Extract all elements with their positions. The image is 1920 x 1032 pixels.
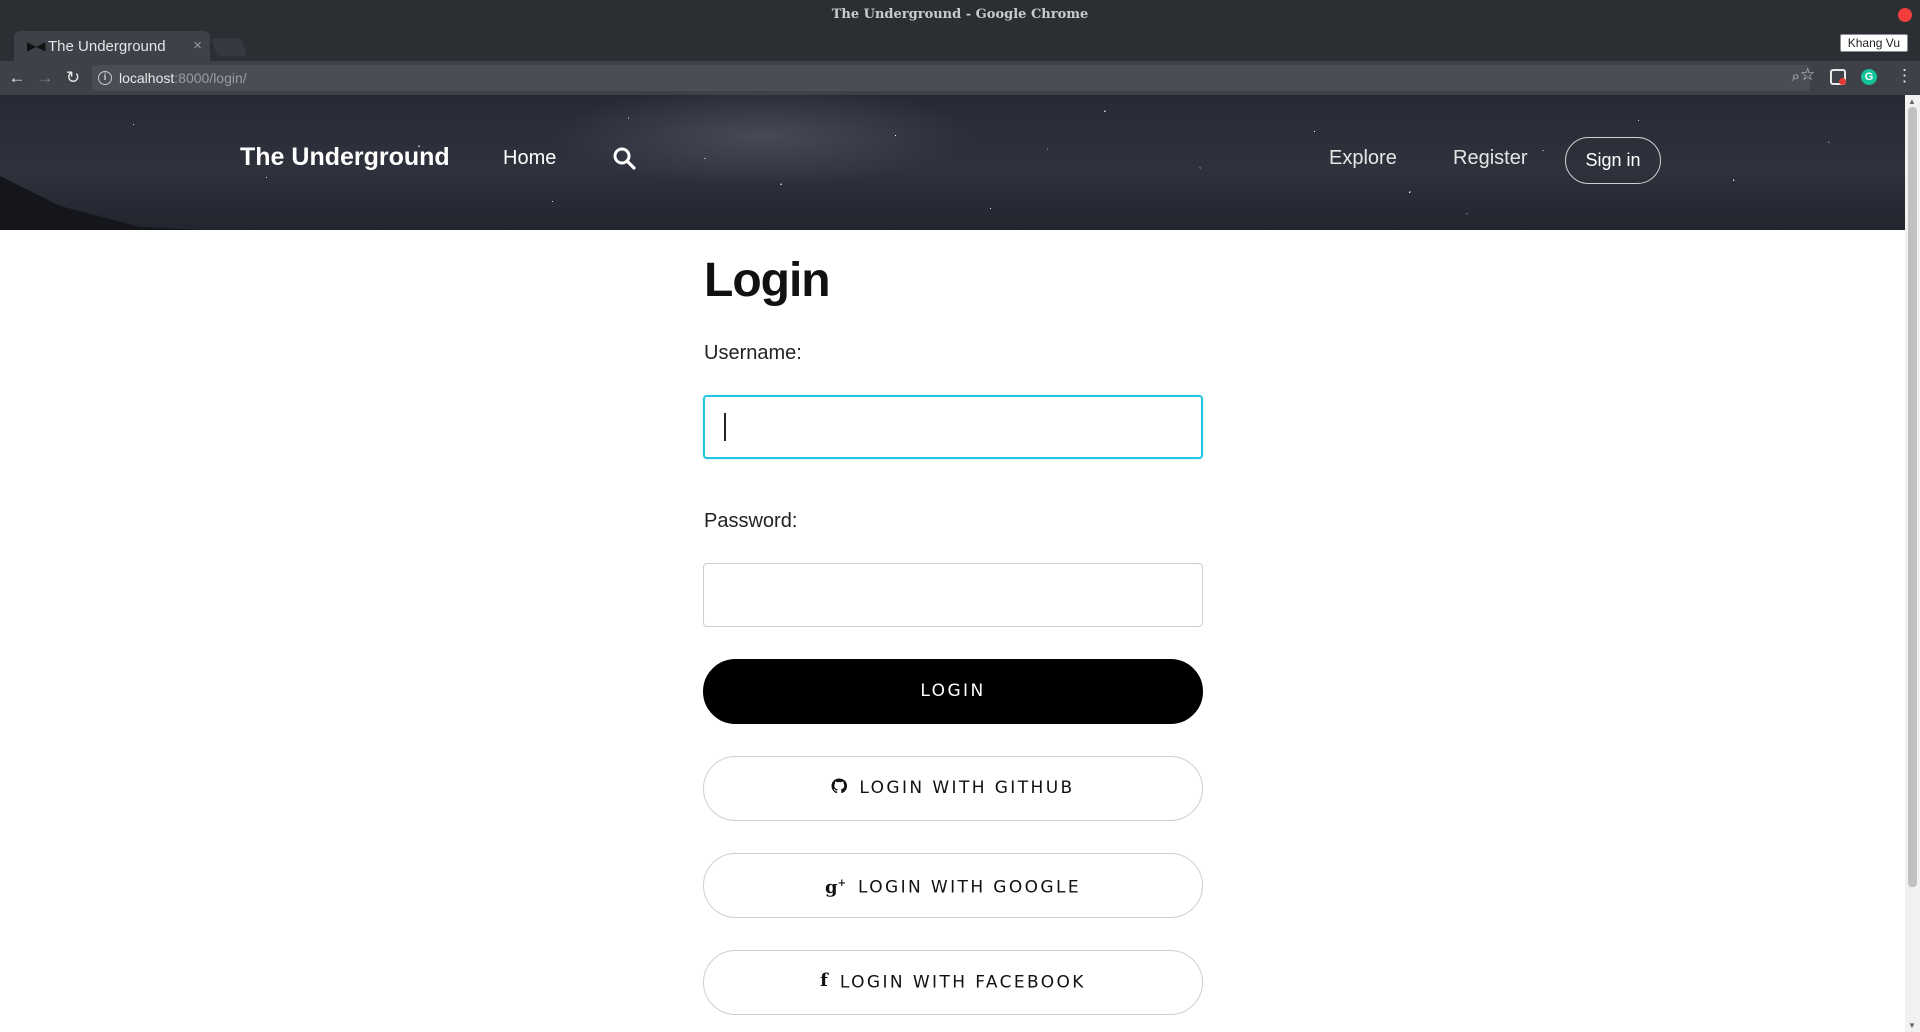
page-viewport: The Underground Home Explore Register Si…	[0, 95, 1920, 1032]
address-bar[interactable]: i localhost:8000/login/ ⌕	[92, 65, 1810, 91]
window-close-button[interactable]	[1898, 8, 1912, 22]
star-icon[interactable]: ☆	[1800, 65, 1815, 85]
login-google-button[interactable]: g+ LOGIN WITH GOOGLE	[703, 853, 1203, 918]
forward-arrow-icon[interactable]: →	[34, 67, 56, 89]
login-facebook-label: LOGIN WITH FACEBOOK	[839, 972, 1086, 993]
site-header: The Underground Home Explore Register Si…	[0, 95, 1905, 230]
login-facebook-button[interactable]: f LOGIN WITH FACEBOOK	[703, 950, 1203, 1015]
page-scrollbar[interactable]: ▲ ▼	[1905, 95, 1920, 1032]
grammarly-icon[interactable]: G	[1861, 69, 1877, 85]
search-icon[interactable]	[612, 146, 636, 170]
extension-icon[interactable]	[1830, 69, 1846, 85]
url-path: :8000/login/	[174, 70, 247, 86]
url-text[interactable]: localhost:8000/login/	[119, 70, 247, 86]
login-github-button[interactable]: LOGIN WITH GITHUB	[703, 756, 1203, 821]
google-plus-icon: g+	[825, 852, 846, 919]
browser-tab[interactable]: ▶◀ The Underground ×	[14, 31, 210, 61]
username-input[interactable]	[703, 395, 1203, 459]
github-icon	[831, 778, 848, 794]
page-title: Login	[704, 254, 831, 307]
tab-close-icon[interactable]: ×	[193, 37, 202, 54]
google-plus-sign: +	[837, 878, 846, 889]
login-github-label: LOGIN WITH GITHUB	[859, 778, 1075, 798]
password-input[interactable]	[703, 563, 1203, 627]
browser-toolbar: ← → ↻ i localhost:8000/login/ ⌕ ☆ G ⋮	[0, 61, 1920, 95]
favicon-icon: ▶◀	[27, 39, 46, 53]
hero-background-hill	[0, 176, 200, 230]
new-tab-button[interactable]	[210, 38, 248, 56]
nav-explore-link[interactable]: Explore	[1329, 147, 1397, 170]
site-brand[interactable]: The Underground	[240, 143, 450, 172]
back-arrow-icon[interactable]: ←	[6, 67, 28, 89]
nav-home-link[interactable]: Home	[503, 147, 556, 170]
profile-button[interactable]: Khang Vu	[1839, 34, 1908, 52]
window-title: The Underground - Google Chrome	[831, 7, 1089, 22]
menu-icon[interactable]: ⋮	[1896, 66, 1913, 86]
scroll-down-icon[interactable]: ▼	[1908, 1021, 1916, 1030]
scroll-thumb[interactable]	[1908, 107, 1917, 887]
reload-icon[interactable]: ↻	[62, 67, 84, 89]
scroll-up-icon[interactable]: ▲	[1908, 97, 1916, 106]
info-icon[interactable]: i	[98, 71, 112, 85]
login-button[interactable]: LOGIN	[703, 659, 1203, 724]
google-plus-g: g	[824, 877, 838, 898]
password-label: Password:	[704, 510, 798, 532]
text-caret	[724, 413, 726, 441]
url-host: localhost	[119, 70, 175, 86]
username-label: Username:	[704, 342, 802, 364]
facebook-icon: f	[820, 970, 828, 991]
tab-strip: ▶◀ The Underground × Khang Vu	[0, 30, 1920, 61]
window-titlebar: The Underground - Google Chrome	[0, 0, 1920, 30]
tab-title: The Underground	[48, 38, 166, 55]
login-google-label: LOGIN WITH GOOGLE	[857, 877, 1082, 898]
zoom-icon[interactable]: ⌕	[1792, 68, 1800, 85]
login-button-label: LOGIN	[920, 681, 986, 701]
signin-button[interactable]: Sign in	[1565, 137, 1661, 184]
nav-register-link[interactable]: Register	[1453, 147, 1527, 170]
